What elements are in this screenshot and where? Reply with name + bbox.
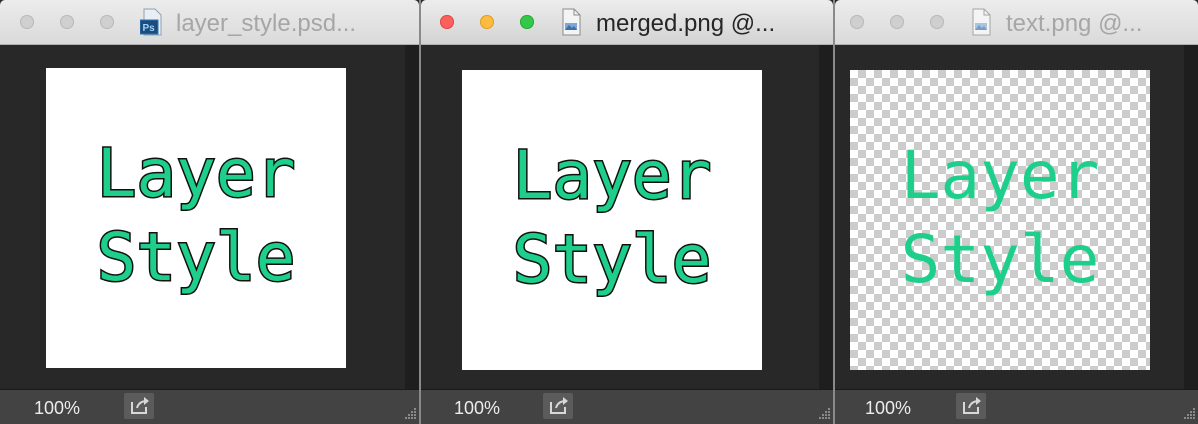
canvas-text-line-2: Style bbox=[513, 221, 712, 298]
zoom-level[interactable]: 100% bbox=[34, 398, 80, 419]
canvas-text-line-1: Layer bbox=[513, 137, 712, 214]
canvas-viewport[interactable]: Layer Style bbox=[835, 45, 1184, 390]
status-bar: 100% bbox=[835, 389, 1198, 424]
title-bar[interactable]: text.png @... bbox=[835, 0, 1198, 45]
zoom-level[interactable]: 100% bbox=[454, 398, 500, 419]
png-file-icon bbox=[972, 8, 991, 36]
close-window-button[interactable] bbox=[20, 15, 34, 29]
document-window-text-png[interactable]: text.png @... Layer Style 100% bbox=[835, 0, 1198, 424]
share-button[interactable] bbox=[956, 393, 986, 419]
document-window-layer-style-psd[interactable]: Ps layer_style.psd... Layer Style 100% bbox=[0, 0, 419, 424]
minimize-window-button[interactable] bbox=[480, 15, 494, 29]
window-title: layer_style.psd... bbox=[176, 10, 357, 37]
close-window-button[interactable] bbox=[850, 15, 864, 29]
share-icon bbox=[131, 397, 149, 414]
share-button[interactable] bbox=[124, 393, 154, 419]
canvas-text-line-2: Style bbox=[97, 219, 296, 296]
zoom-window-button[interactable] bbox=[520, 15, 534, 29]
canvas-text-line-1: Layer bbox=[901, 137, 1100, 214]
vertical-scrollbar[interactable] bbox=[1184, 45, 1198, 390]
share-button[interactable] bbox=[543, 393, 573, 419]
minimize-window-button[interactable] bbox=[890, 15, 904, 29]
close-window-button[interactable] bbox=[440, 15, 454, 29]
resize-grip-icon[interactable] bbox=[1180, 406, 1196, 422]
resize-grip-icon[interactable] bbox=[401, 406, 417, 422]
document-canvas[interactable]: Layer Style bbox=[850, 70, 1150, 370]
canvas-viewport[interactable]: Layer Style bbox=[421, 45, 819, 390]
resize-grip-icon[interactable] bbox=[815, 406, 831, 422]
vertical-scrollbar[interactable] bbox=[405, 45, 419, 390]
share-icon bbox=[963, 397, 981, 414]
psd-badge: Ps bbox=[143, 23, 156, 34]
vertical-scrollbar[interactable] bbox=[819, 45, 833, 390]
window-title: merged.png @... bbox=[596, 10, 776, 37]
title-bar[interactable]: merged.png @... bbox=[421, 0, 833, 45]
window-title: text.png @... bbox=[1006, 10, 1143, 37]
title-bar[interactable]: Ps layer_style.psd... bbox=[0, 0, 419, 45]
minimize-window-button[interactable] bbox=[60, 15, 74, 29]
zoom-window-button[interactable] bbox=[930, 15, 944, 29]
canvas-artwork: Layer Style bbox=[901, 137, 1100, 298]
document-window-merged-png[interactable]: merged.png @... Layer Style 100% bbox=[421, 0, 833, 424]
share-icon bbox=[550, 397, 568, 414]
canvas-artwork: Layer Style bbox=[511, 136, 713, 300]
canvas-artwork: Layer Style bbox=[95, 134, 297, 298]
status-bar: 100% bbox=[0, 389, 419, 424]
zoom-level[interactable]: 100% bbox=[865, 398, 911, 419]
zoom-window-button[interactable] bbox=[100, 15, 114, 29]
document-canvas[interactable]: Layer Style bbox=[462, 70, 762, 370]
document-canvas[interactable]: Layer Style bbox=[46, 68, 346, 368]
canvas-viewport[interactable]: Layer Style bbox=[0, 45, 405, 390]
png-file-icon bbox=[562, 8, 581, 36]
canvas-text-line-2: Style bbox=[901, 221, 1100, 298]
status-bar: 100% bbox=[421, 389, 833, 424]
canvas-text-line-1: Layer bbox=[97, 135, 296, 212]
photoshop-psd-icon: Ps bbox=[140, 8, 162, 36]
